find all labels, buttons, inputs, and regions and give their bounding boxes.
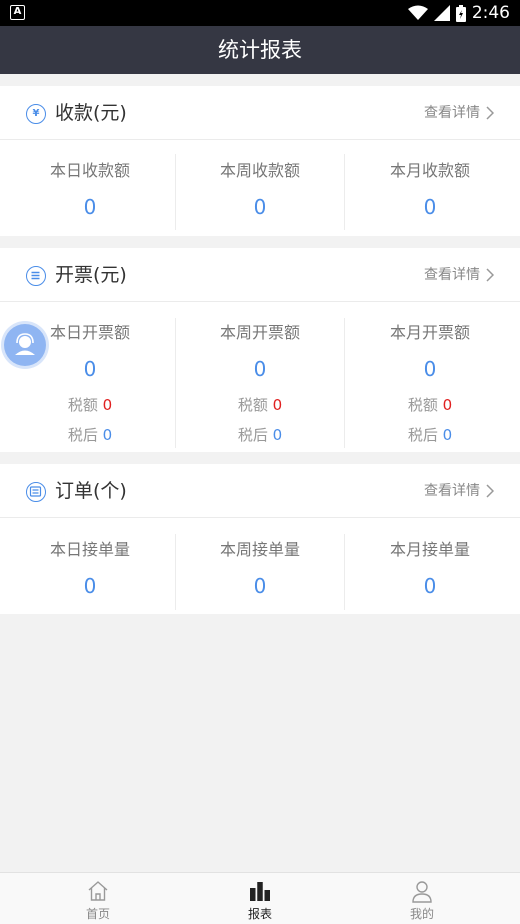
tax-value: 0: [102, 396, 113, 414]
tax-row: 税额 0: [175, 395, 345, 415]
after-tax-label: 税后: [67, 426, 98, 444]
tax-row: 税额 0: [5, 395, 175, 415]
stat-value: 0: [83, 574, 97, 598]
detail-link-label: 查看详情: [424, 105, 480, 121]
invoices-detail-link[interactable]: 查看详情: [424, 264, 494, 286]
status-bar: A 2:46: [0, 0, 520, 26]
stat-label: 本日收款额: [49, 161, 130, 180]
list-icon: [26, 266, 46, 286]
stat-value: 0: [423, 574, 437, 598]
stat-label: 本月接单量: [389, 540, 470, 559]
orders-card: 订单(个) 查看详情 本日接单量 0 本周接单量 0 本月接单量 0: [0, 464, 520, 614]
tab-label: 报表: [247, 907, 272, 921]
invoices-card-header: 开票(元) 查看详情: [0, 248, 520, 302]
yuan-icon: ¥: [26, 104, 46, 124]
stat-value: 0: [253, 574, 267, 598]
after-tax-label: 税后: [407, 426, 438, 444]
stat-value: 0: [253, 357, 267, 381]
after-tax-value: 0: [442, 426, 453, 444]
title-bar: 统计报表: [0, 26, 520, 74]
tax-label: 税额: [237, 396, 268, 414]
bottom-tab-bar: 首页 报表 我的: [0, 872, 520, 924]
tax-row: 税额 0: [345, 395, 515, 415]
receipts-title: 收款(元): [55, 102, 127, 124]
yuan-glyph: ¥: [32, 108, 40, 119]
stat-label: 本周接单量: [219, 540, 300, 559]
stat-label: 本日接单量: [49, 540, 130, 559]
after-tax-value: 0: [102, 426, 113, 444]
tab-label: 我的: [409, 907, 434, 921]
user-icon: [412, 881, 432, 903]
after-tax-label: 税后: [237, 426, 268, 444]
page-title: 统计报表: [218, 38, 302, 62]
wifi-icon: [407, 5, 428, 20]
battery-icon: [455, 4, 466, 22]
tax-value: 0: [442, 396, 453, 414]
order-list-icon: [26, 482, 46, 502]
chevron-right-icon: [486, 268, 494, 282]
detail-link-label: 查看详情: [424, 267, 480, 283]
orders-detail-link[interactable]: 查看详情: [424, 480, 494, 502]
stat-label: 本周收款额: [219, 161, 300, 180]
stat-label: 本月收款额: [389, 161, 470, 180]
home-icon: [88, 881, 108, 901]
receipts-card-header: ¥ 收款(元) 查看详情: [0, 86, 520, 140]
status-icons: 2:46: [407, 0, 510, 26]
stat-label: 本周开票额: [219, 323, 300, 342]
customer-service-float-button[interactable]: [4, 324, 46, 366]
after-tax-row: 税后 0: [5, 425, 175, 445]
tab-label: 首页: [85, 907, 110, 921]
invoices-title: 开票(元): [55, 264, 127, 286]
stat-value: 0: [423, 195, 437, 219]
headset-user-icon: [15, 333, 35, 355]
tax-label: 税额: [67, 396, 98, 414]
tax-label: 税额: [407, 396, 438, 414]
status-time: 2:46: [471, 3, 510, 23]
bar-chart-icon: [250, 882, 270, 901]
order-lines-icon: [29, 486, 42, 497]
orders-title: 订单(个): [55, 480, 127, 502]
stat-label: 本月开票额: [389, 323, 470, 342]
list-lines-icon: [31, 271, 40, 280]
after-tax-row: 税后 0: [175, 425, 345, 445]
receipts-detail-link[interactable]: 查看详情: [424, 102, 494, 124]
chevron-right-icon: [486, 484, 494, 498]
tab-reports[interactable]: 报表: [200, 873, 320, 924]
signal-icon: [433, 5, 450, 21]
detail-link-label: 查看详情: [424, 483, 480, 499]
tax-value: 0: [272, 396, 283, 414]
stat-value: 0: [83, 195, 97, 219]
after-tax-value: 0: [272, 426, 283, 444]
chevron-right-icon: [486, 106, 494, 120]
tab-home[interactable]: 首页: [38, 873, 158, 924]
invoices-card: 开票(元) 查看详情 本日开票额 0 税额 0 税后 0 本周开票额 0 税额 …: [0, 248, 520, 452]
stat-value: 0: [253, 195, 267, 219]
stat-value: 0: [423, 357, 437, 381]
app-notification-icon: A: [10, 5, 25, 20]
tab-mine[interactable]: 我的: [362, 873, 482, 924]
receipts-card: ¥ 收款(元) 查看详情 本日收款额 0 本周收款额 0 本月收款额 0: [0, 86, 520, 236]
orders-card-header: 订单(个) 查看详情: [0, 464, 520, 518]
after-tax-row: 税后 0: [345, 425, 515, 445]
